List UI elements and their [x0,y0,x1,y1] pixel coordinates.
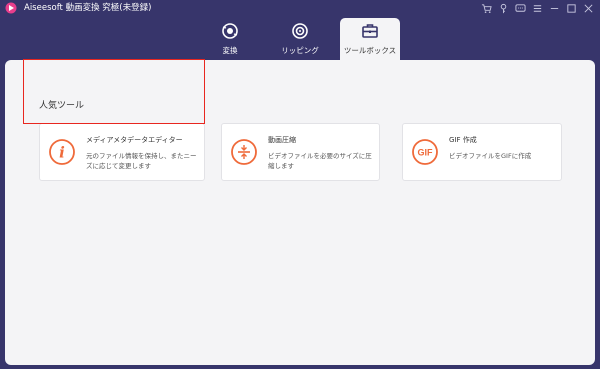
tool-title: 動画圧縮 [268,136,296,144]
tool-title: メディアメタデータエディター [86,136,183,144]
title-bar: Aiseesoft 動画変換 究極(未登録) [0,0,600,16]
tool-description-line: 縮します [268,162,294,170]
svg-text:GIF: GIF [418,148,434,158]
tool-card-metadata-editor[interactable]: i メディアメタデータエディター 元のファイル情報を保持し、またニー ズに応じて… [39,123,205,181]
tab-toolbox-label: ツールボックス [343,46,397,55]
tab-ripping-label: リッピング [281,46,319,55]
tab-ripping[interactable]: リッピング [270,18,330,60]
tool-description-line: ズに応じて変更します [86,162,151,170]
tool-description-line: ビデオファイルを必要のサイズに圧 [268,152,372,160]
maximize-icon[interactable] [565,2,577,14]
tool-card-video-compressor[interactable]: 動画圧縮 ビデオファイルを必要のサイズに圧 縮します [221,123,380,181]
tool-description: 元のファイル情報を保持し、またニー ズに応じて変更します [86,151,197,171]
main-tabs: 変換 リッピング ツールボックス [0,18,600,60]
menu-icon[interactable] [531,2,543,14]
compress-icon [231,139,257,165]
svg-text:i: i [59,144,65,162]
feedback-icon[interactable] [514,2,526,14]
tool-description: ビデオファイルを必要のサイズに圧 縮します [268,151,372,171]
app-logo-icon [5,2,17,14]
toolbox-panel: 人気ツール i メディアメタデータエディター 元のファイル情報を保持し、またニー… [5,60,595,365]
ripping-icon [292,23,308,39]
tool-description: ビデオファイルをGIFに作成 [449,151,531,161]
toolbox-icon [362,24,378,38]
tool-card-gif-maker[interactable]: GIF GIF 作成 ビデオファイルをGIFに作成 [402,123,562,181]
cart-icon[interactable] [480,2,492,14]
app-title: Aiseesoft 動画変換 究極(未登録) [24,3,152,13]
gif-icon: GIF [412,139,438,165]
section-title: 人気ツール [39,101,85,111]
tool-description-line: ビデオファイルをGIFに作成 [449,152,532,160]
tool-title: GIF 作成 [449,136,477,144]
tab-convert[interactable]: 変換 [200,18,260,60]
minimize-icon[interactable] [548,2,560,14]
convert-icon [222,23,238,39]
info-icon: i [49,139,75,165]
tool-description-line: 元のファイル情報を保持し、またニー [86,152,197,160]
tab-toolbox[interactable]: ツールボックス [340,18,400,60]
key-icon[interactable] [497,2,509,14]
tab-convert-label: 変換 [222,46,238,55]
close-icon[interactable] [582,2,594,14]
